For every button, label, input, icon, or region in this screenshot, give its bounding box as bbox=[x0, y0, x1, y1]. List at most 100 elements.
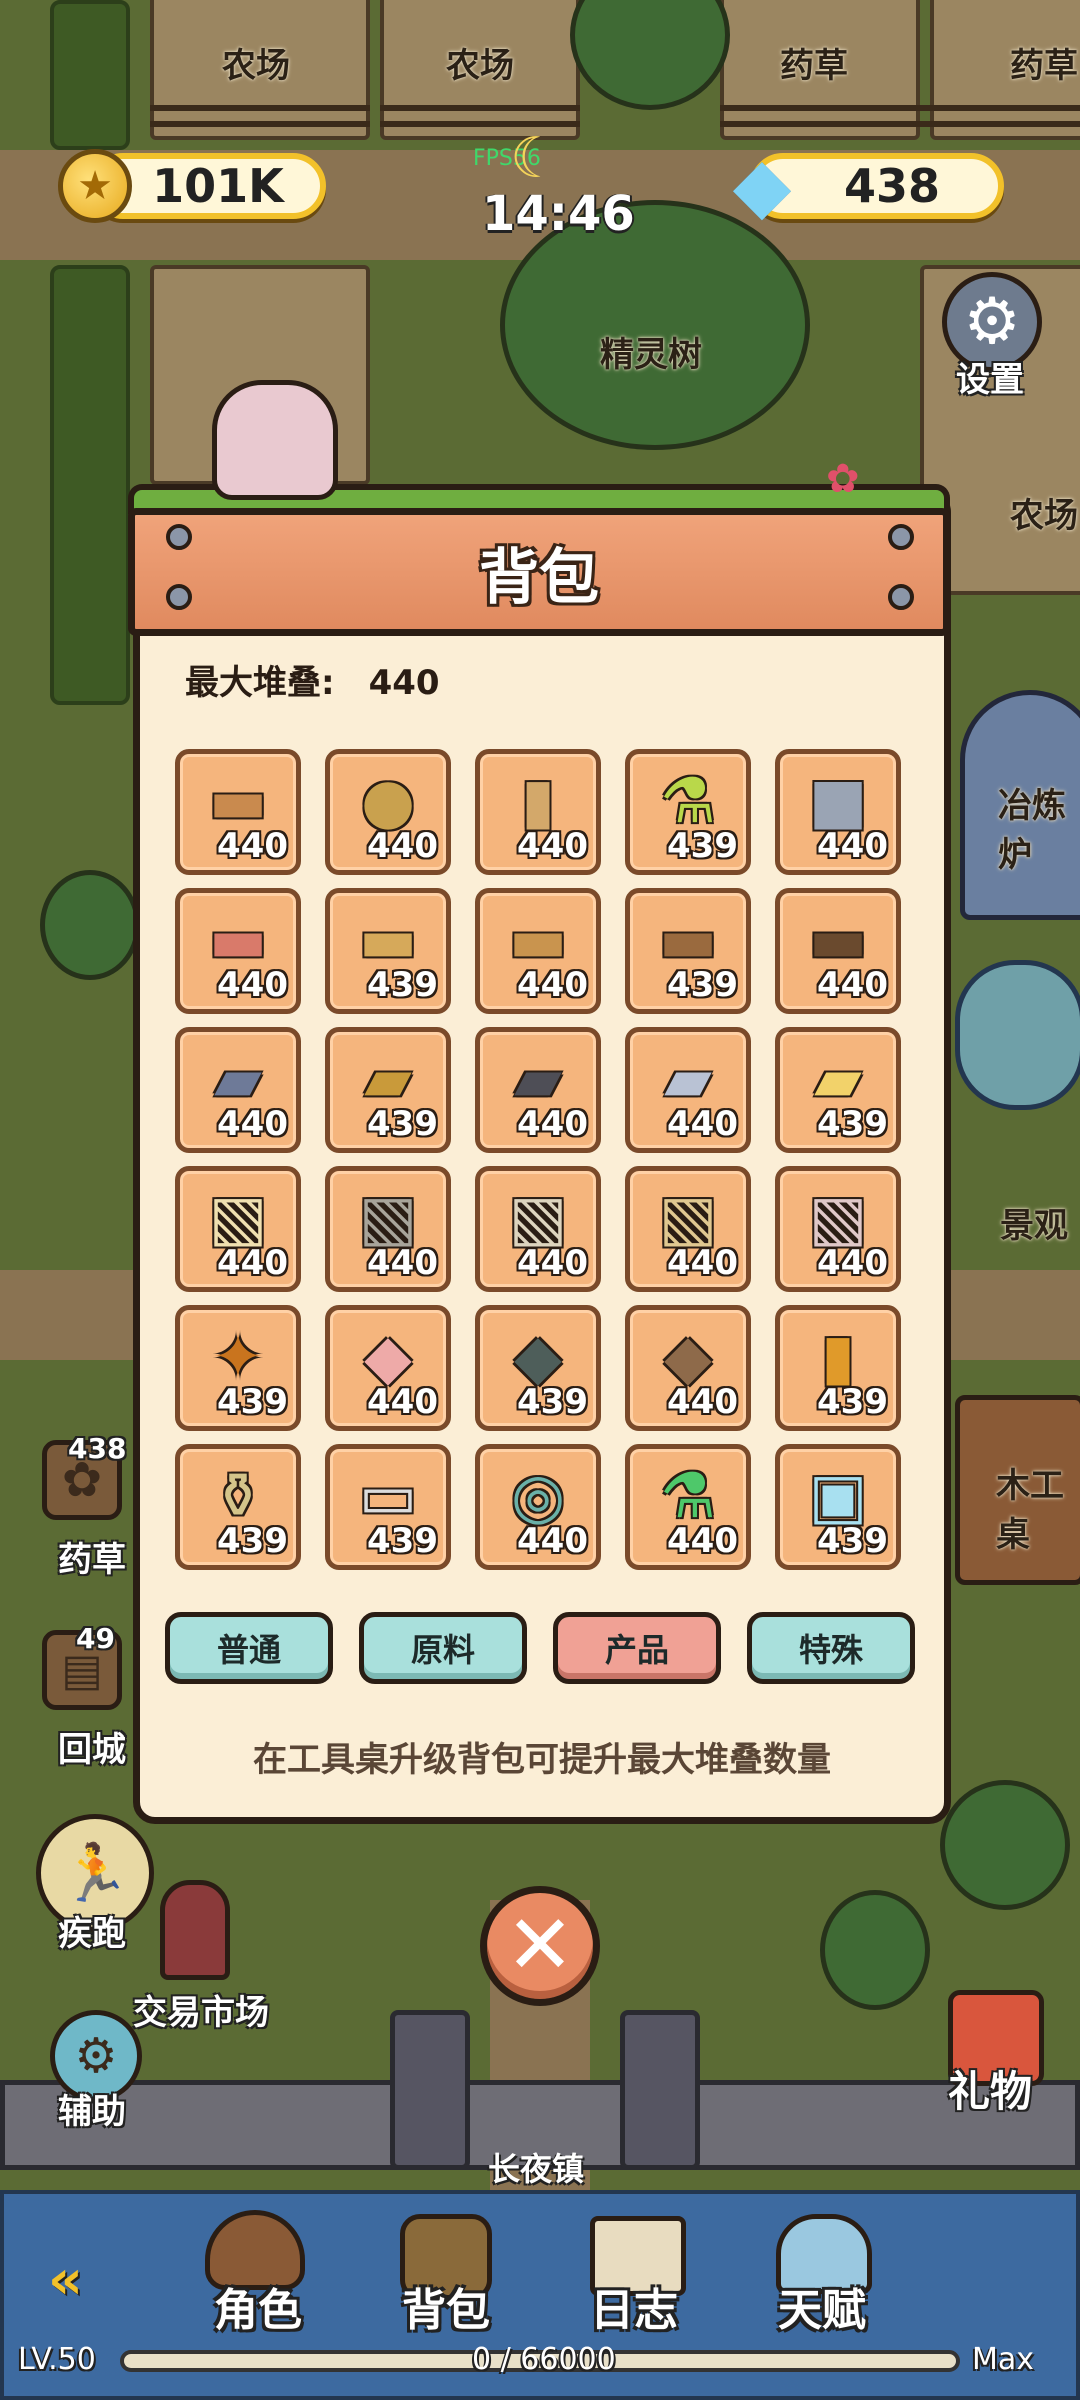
rivet bbox=[166, 584, 192, 610]
compass-icon: ◎ bbox=[510, 1458, 566, 1532]
inventory-slot[interactable]: ▰ 439 bbox=[775, 1027, 901, 1153]
inventory-slot[interactable]: ⚱ 439 bbox=[175, 1444, 301, 1570]
inventory-slot[interactable]: ⚗ 440 bbox=[625, 1444, 751, 1570]
farm-label: 农场 bbox=[222, 46, 290, 86]
collapse-arrow-icon[interactable]: « bbox=[48, 2248, 83, 2311]
iron-cube-icon: ■ bbox=[808, 763, 868, 837]
orange-scroll-icon: ▮ bbox=[820, 1319, 856, 1393]
assist-label[interactable]: 辅助 bbox=[58, 2084, 126, 2133]
inventory-slot[interactable]: ◆ 440 bbox=[325, 1305, 451, 1431]
tab-products[interactable]: 产品 bbox=[553, 1612, 721, 1684]
sprint-label[interactable]: 疾跑 bbox=[58, 1906, 126, 1955]
herb-label: 药草 bbox=[1010, 46, 1078, 86]
item-count: 439 bbox=[217, 1521, 288, 1561]
return-town-label[interactable]: 回城 bbox=[58, 1722, 126, 1771]
nav-backpack[interactable]: 背包 bbox=[402, 2274, 490, 2338]
item-count: 440 bbox=[217, 965, 288, 1005]
wood-plank-icon: ▬ bbox=[208, 763, 268, 837]
nav-talent[interactable]: 天赋 bbox=[778, 2274, 866, 2338]
herb-shortcut-label[interactable]: 药草 bbox=[58, 1532, 126, 1581]
inventory-slot[interactable]: ◎ 440 bbox=[475, 1444, 601, 1570]
inventory-slot[interactable]: ▰ 439 bbox=[325, 1027, 451, 1153]
item-count: 440 bbox=[217, 1243, 288, 1283]
inventory-slot[interactable]: ● 440 bbox=[325, 749, 451, 875]
nav-journal[interactable]: 日志 bbox=[590, 2274, 678, 2338]
inventory-slot[interactable]: ▧ 440 bbox=[775, 1166, 901, 1292]
inventory-slot[interactable]: ▧ 440 bbox=[475, 1166, 601, 1292]
category-tabs: 普通 原料 产品 特殊 bbox=[165, 1612, 915, 1684]
workbench-label[interactable]: 木工桌 bbox=[996, 1458, 1080, 1556]
inventory-slot[interactable]: ▭ 439 bbox=[325, 1444, 451, 1570]
inventory-slot[interactable]: ▬ 440 bbox=[775, 888, 901, 1014]
rivet bbox=[166, 524, 192, 550]
inventory-slot[interactable]: ▧ 440 bbox=[175, 1166, 301, 1292]
blossom-plank-icon: ▬ bbox=[208, 902, 268, 976]
inventory-slot[interactable]: ▰ 440 bbox=[625, 1027, 751, 1153]
item-count: 439 bbox=[667, 826, 738, 866]
spirit-tree-label[interactable]: 精灵树 bbox=[600, 327, 702, 376]
nav-character[interactable]: 角色 bbox=[214, 2274, 302, 2338]
green-potion-icon: ⚗ bbox=[660, 1458, 716, 1532]
inventory-slot[interactable]: ⚗ 439 bbox=[625, 749, 751, 875]
sprout-plank-icon: ▬ bbox=[358, 902, 418, 976]
item-count: 440 bbox=[367, 1243, 438, 1283]
item-count: 440 bbox=[517, 1243, 588, 1283]
grey-cloth-icon: ▧ bbox=[358, 1180, 418, 1254]
inventory-slot[interactable]: ▮ 439 bbox=[775, 1305, 901, 1431]
inventory-slot[interactable]: ✦ 439 bbox=[175, 1305, 301, 1431]
scroll-icon: ▮ bbox=[520, 763, 556, 837]
smelter-label[interactable]: 冶炼炉 bbox=[998, 778, 1080, 876]
tab-special[interactable]: 特殊 bbox=[747, 1612, 915, 1684]
inventory-slot[interactable]: ▰ 440 bbox=[175, 1027, 301, 1153]
steel-ingot-icon: ▰ bbox=[214, 1041, 262, 1115]
tab-normal[interactable]: 普通 bbox=[165, 1612, 333, 1684]
inventory-slot[interactable]: ▬ 439 bbox=[625, 888, 751, 1014]
farm-label: 农场 bbox=[1010, 496, 1078, 536]
item-count: 440 bbox=[817, 1243, 888, 1283]
scenery-decoration bbox=[955, 960, 1080, 1110]
trade-market-label[interactable]: 交易市场 bbox=[133, 1985, 269, 2034]
inventory-slot[interactable]: ▬ 440 bbox=[475, 888, 601, 1014]
item-count: 439 bbox=[817, 1104, 888, 1144]
item-count: 439 bbox=[817, 1382, 888, 1422]
item-count: 440 bbox=[217, 826, 288, 866]
item-count: 439 bbox=[367, 1104, 438, 1144]
inventory-slot[interactable]: ▰ 440 bbox=[475, 1027, 601, 1153]
item-count: 440 bbox=[517, 1521, 588, 1561]
inventory-slot[interactable]: ▮ 440 bbox=[475, 749, 601, 875]
inventory-slot[interactable]: ■ 440 bbox=[775, 749, 901, 875]
scenery-label[interactable]: 景观 bbox=[1000, 1198, 1068, 1247]
item-count: 440 bbox=[367, 1382, 438, 1422]
max-stack-label: 最大堆叠: bbox=[185, 663, 335, 703]
close-button[interactable]: ✕ bbox=[480, 1886, 600, 2006]
inventory-slot[interactable]: ▧ 440 bbox=[625, 1166, 751, 1292]
xp-value: 0 / 66000 bbox=[472, 2342, 616, 2377]
dark-fur-icon: ◆ bbox=[514, 1319, 562, 1393]
farm-label: 农场 bbox=[446, 46, 514, 86]
coin-amount: 101K bbox=[152, 159, 284, 213]
gift-label[interactable]: 礼物 bbox=[948, 2058, 1032, 2119]
inventory-slot[interactable]: ▬ 439 bbox=[325, 888, 451, 1014]
leaf-plank-icon: ▬ bbox=[658, 902, 718, 976]
potion-flask-icon: ⚗ bbox=[660, 763, 716, 837]
red-cloth-icon: ▧ bbox=[808, 1180, 868, 1254]
item-count: 439 bbox=[367, 1521, 438, 1561]
inventory-grid: ▬ 440 ● 440 ▮ 440 ⚗ 439 ■ 440 ▬ 440 ▬ 439 ▬ 440 ▬ 439 ▬ 440… bbox=[175, 749, 905, 1570]
inventory-slot[interactable]: ▬ 440 bbox=[175, 749, 301, 875]
inventory-slot[interactable]: ▧ 440 bbox=[325, 1166, 451, 1292]
trade-market-booth-icon[interactable] bbox=[160, 1880, 230, 1980]
inventory-slot[interactable]: ▬ 440 bbox=[175, 888, 301, 1014]
tab-materials[interactable]: 原料 bbox=[359, 1612, 527, 1684]
return-count-badge: 49 bbox=[76, 1622, 115, 1655]
item-count: 440 bbox=[817, 965, 888, 1005]
inventory-slot[interactable]: ▣ 439 bbox=[775, 1444, 901, 1570]
inventory-slot[interactable]: ◆ 439 bbox=[475, 1305, 601, 1431]
item-count: 440 bbox=[367, 826, 438, 866]
settings-label[interactable]: 设置 bbox=[956, 352, 1024, 401]
silver-ingot-icon: ▰ bbox=[664, 1041, 712, 1115]
gold-ingot-icon: ▰ bbox=[814, 1041, 862, 1115]
tree bbox=[820, 1890, 930, 2010]
item-count: 439 bbox=[667, 965, 738, 1005]
inventory-slot[interactable]: ◆ 440 bbox=[625, 1305, 751, 1431]
close-icon: ✕ bbox=[505, 1898, 575, 1993]
